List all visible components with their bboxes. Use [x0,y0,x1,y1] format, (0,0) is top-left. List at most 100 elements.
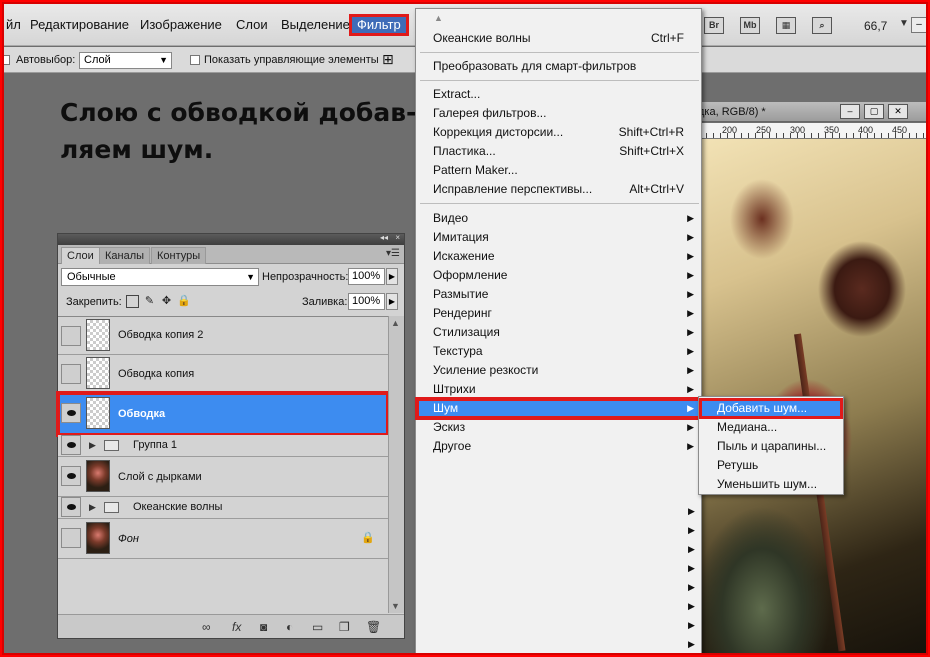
grid-icon[interactable]: ▦ [776,17,796,34]
trash-icon[interactable]: 🗑 [366,620,381,634]
minimize-icon[interactable]: – [840,104,860,119]
menu-select[interactable]: Выделение [275,14,356,36]
opacity-arrow-icon[interactable]: ▶ [386,268,398,285]
blend-mode-select[interactable]: Обычные ▼ [61,268,259,286]
menu-item-label: Extract... [433,87,481,101]
menu-edit[interactable]: Редактирование [24,14,135,36]
layer-row-selected[interactable]: Обводка [56,391,390,437]
lock-brush-icon[interactable]: ✎ [143,295,156,308]
menu-item-render[interactable]: Рендеринг ▶ [417,304,700,323]
menu-item-filter-gallery[interactable]: Галерея фильтров... [417,104,700,123]
layer-row[interactable]: Слой с дырками [58,457,388,497]
submenu-arrow-icon[interactable]: ▶ [688,639,695,650]
scroll-up-icon[interactable]: ▲ [391,318,400,328]
eye-icon[interactable] [61,466,81,486]
menu-item-pixelate[interactable]: Оформление ▶ [417,266,700,285]
minibridge-icon[interactable]: Mb [740,17,760,34]
menu-layers[interactable]: Слои [230,14,274,36]
menu-item-blur[interactable]: Размытие ▶ [417,285,700,304]
lock-move-icon[interactable]: ✥ [160,295,173,308]
bridge-icon[interactable]: Br [704,17,724,34]
menu-item-vanishing-point[interactable]: Исправление перспективы... Alt+Ctrl+V [417,180,700,199]
menu-item-artistic[interactable]: Имитация ▶ [417,228,700,247]
menu-item-sketch[interactable]: Эскиз ▶ [417,418,700,437]
scroll-down-icon[interactable]: ▼ [391,601,400,611]
adjustment-icon[interactable]: ◐ [286,620,293,634]
fill-arrow-icon[interactable]: ▶ [386,293,398,310]
mask-icon[interactable]: ◙ [260,620,267,634]
tab-layers[interactable]: Слои [61,247,100,264]
submenu-arrow-icon[interactable]: ▶ [688,525,695,536]
document-titlebar[interactable]: дка, RGB/8) * – ▢ ✕ [692,102,926,122]
menu-item-sharpen[interactable]: Усиление резкости ▶ [417,361,700,380]
screenshot-frame: йл Редактирование Изображение Слои Выдел… [2,2,928,655]
show-controls-checkbox[interactable] [190,55,200,65]
submenu-arrow-icon[interactable]: ▶ [688,620,695,631]
menu-item-liquify[interactable]: Пластика... Shift+Ctrl+X [417,142,700,161]
new-group-icon[interactable]: ▭ [312,620,323,634]
menu-item-convert-smart[interactable]: Преобразовать для смарт-фильтров [417,57,700,76]
visibility-toggle[interactable] [61,326,81,346]
eye-icon[interactable] [61,403,81,423]
new-layer-icon[interactable]: ❐ [339,620,350,634]
layer-thumbnail [86,522,110,554]
close-icon[interactable]: × [395,233,400,242]
zoom-level[interactable]: 66,7 [864,19,887,33]
fill-input[interactable]: 100% [348,293,385,310]
submenu-arrow-icon[interactable]: ▶ [688,601,695,612]
menu-item-distort[interactable]: Искажение ▶ [417,247,700,266]
layer-row[interactable]: Обводка копия 2 [58,317,388,355]
visibility-toggle[interactable] [61,364,81,384]
fx-icon[interactable]: fx [232,620,241,634]
autoselect-checkbox[interactable] [4,55,10,65]
align-icon[interactable]: ⊞ [382,51,394,68]
scroll-up-icon[interactable]: ▲ [434,13,443,23]
menu-item-stylize[interactable]: Стилизация ▶ [417,323,700,342]
menu-item-despeckle[interactable]: Ретушь [700,456,842,475]
submenu-arrow-icon[interactable]: ▶ [688,544,695,555]
menu-item-other[interactable]: Другое ▶ [417,437,700,456]
submenu-arrow-icon[interactable]: ▶ [688,563,695,574]
lock-transparency-icon[interactable] [126,295,139,308]
menu-item-dust-scratches[interactable]: Пыль и царапины... [700,437,842,456]
eye-icon[interactable] [61,497,81,517]
visibility-toggle[interactable] [61,528,81,548]
menu-filter[interactable]: Фильтр [349,14,409,36]
menu-item-texture[interactable]: Текстура ▶ [417,342,700,361]
menu-item-video[interactable]: Видео ▶ [417,209,700,228]
layers-scrollbar[interactable]: ▲ ▼ [388,316,404,613]
menu-item-reduce-noise[interactable]: Уменьшить шум... [700,475,842,494]
maximize-icon[interactable]: ▢ [864,104,884,119]
expand-arrow-icon[interactable]: ▶ [89,440,96,451]
menu-image[interactable]: Изображение [134,14,228,36]
menu-item-extract[interactable]: Extract... [417,85,700,104]
autoselect-select[interactable]: Слой ▼ [79,52,172,69]
panel-menu-icon[interactable]: ▾☰ [386,248,400,259]
menu-item-noise[interactable]: Шум ▶ [415,397,702,420]
layer-group-row[interactable]: ▶ Океанские волны [58,497,388,519]
tab-channels[interactable]: Каналы [99,247,151,264]
collapse-icon[interactable]: ◂◂ [380,233,388,242]
menu-item-pattern-maker[interactable]: Pattern Maker... [417,161,700,180]
lock-all-icon[interactable]: 🔒 [177,295,191,308]
zoom-tool-icon[interactable]: ⌕ [812,17,832,34]
opacity-input[interactable]: 100% [348,268,385,285]
menu-item-lens-correction[interactable]: Коррекция дисторсии... Shift+Ctrl+R [417,123,700,142]
close-icon[interactable]: ✕ [888,104,908,119]
eye-icon[interactable] [61,435,81,455]
layer-row[interactable]: Обводка копия [58,355,388,393]
menu-item-median[interactable]: Медиана... [700,418,842,437]
chevron-down-icon[interactable]: ▼ [899,18,909,29]
link-icon[interactable]: ∞ [202,620,211,634]
panel-header[interactable]: ◂◂ × [58,233,404,245]
menu-item-last-filter[interactable]: Океанские волны Ctrl+F [417,29,700,48]
submenu-arrow-icon[interactable]: ▶ [688,506,695,517]
menu-item-add-noise[interactable]: Добавить шум... [699,398,843,419]
tab-paths[interactable]: Контуры [151,247,207,264]
minimize-icon[interactable]: – [911,17,926,33]
submenu-arrow-icon[interactable]: ▶ [688,582,695,593]
layer-group-row[interactable]: ▶ Группа 1 [58,435,388,457]
layer-row-background[interactable]: Фон 🔒 [58,519,388,559]
expand-arrow-icon[interactable]: ▶ [89,502,96,513]
menu-item-brush-strokes[interactable]: Штрихи ▶ [417,380,700,399]
